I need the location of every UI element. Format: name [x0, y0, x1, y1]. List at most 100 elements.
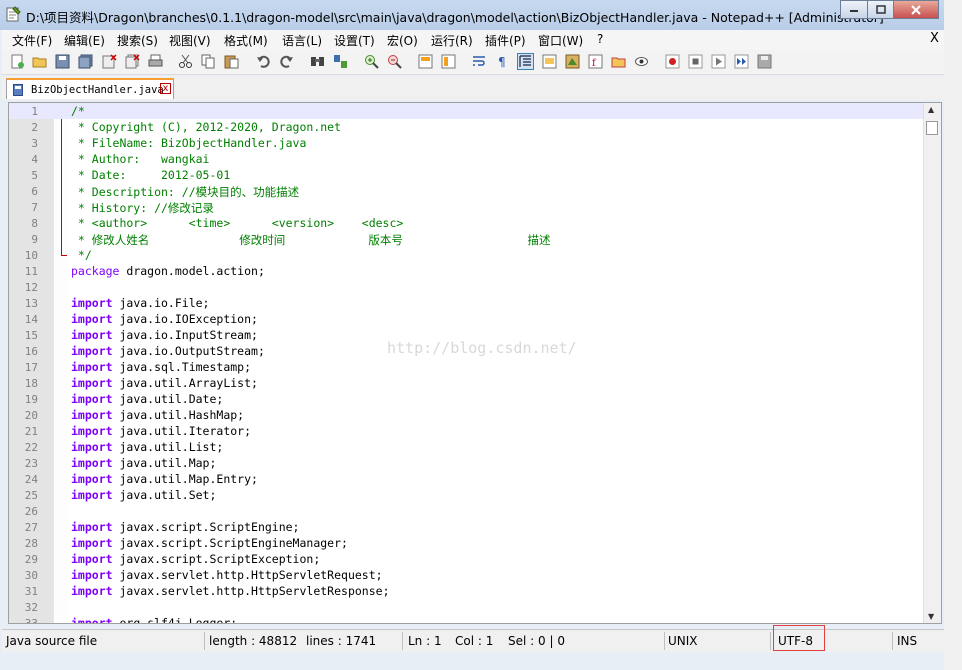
code-line[interactable]: 7 * History: //修改记录 — [9, 199, 929, 215]
code-text: import java.util.HashMap; — [71, 408, 244, 422]
open-file-icon[interactable] — [32, 54, 47, 69]
menu-search[interactable]: 搜索(S) — [117, 32, 158, 49]
run-macro-multiple-icon[interactable] — [734, 54, 749, 69]
code-line[interactable]: 24 import java.util.Map.Entry; — [9, 471, 929, 487]
stop-record-icon[interactable] — [688, 54, 703, 69]
code-line[interactable]: 29 import javax.script.ScriptException; — [9, 551, 929, 567]
menu-format[interactable]: 格式(M) — [224, 32, 268, 49]
code-line[interactable]: 1 /* — [9, 103, 929, 119]
close-icon[interactable] — [102, 54, 117, 69]
tab-close-icon[interactable]: x — [160, 83, 171, 94]
code-line[interactable]: 25 import java.util.Set; — [9, 487, 929, 503]
save-macro-icon[interactable] — [757, 54, 772, 69]
function-list-icon[interactable]: f — [588, 54, 603, 69]
new-file-icon[interactable] — [10, 54, 25, 69]
code-line[interactable]: 20 import java.util.HashMap; — [9, 407, 929, 423]
menu-view[interactable]: 视图(V) — [169, 32, 211, 49]
redo-icon[interactable] — [279, 54, 294, 69]
play-macro-icon[interactable] — [711, 54, 726, 69]
record-macro-icon[interactable] — [665, 54, 680, 69]
code-line[interactable]: 31 import javax.servlet.http.HttpServletR… — [9, 583, 929, 599]
code-line[interactable]: 32 — [9, 599, 929, 615]
code-text: import java.sql.Timestamp; — [71, 360, 251, 374]
scroll-up-icon[interactable]: ▲ — [928, 105, 934, 114]
minimize-button[interactable] — [840, 0, 868, 19]
code-text: /* — [71, 104, 85, 118]
menu-language[interactable]: 语言(L) — [282, 32, 322, 49]
close-button[interactable] — [893, 0, 939, 19]
menu-file[interactable]: 文件(F) — [12, 32, 52, 49]
code-line[interactable]: 28 import javax.script.ScriptEngineManage… — [9, 535, 929, 551]
menu-help[interactable]: ? — [597, 32, 603, 46]
code-line[interactable]: 27 import javax.script.ScriptEngine; — [9, 519, 929, 535]
tab-bizobjecthandler[interactable]: BizObjectHandler.java x — [6, 78, 174, 99]
menu-edit[interactable]: 编辑(E) — [64, 32, 105, 49]
print-icon[interactable] — [148, 54, 163, 69]
code-rest: dragon.model.action; — [119, 264, 265, 278]
code-line[interactable]: 5 * Date: 2012-05-01 — [9, 167, 929, 183]
code-line[interactable]: 14 import java.io.IOException; — [9, 311, 929, 327]
code-text: import java.util.Iterator; — [71, 424, 251, 438]
zoom-in-icon[interactable] — [364, 54, 379, 69]
close-all-icon[interactable] — [125, 54, 140, 69]
code-line[interactable]: 11 package dragon.model.action; — [9, 263, 929, 279]
menu-run[interactable]: 运行(R) — [431, 32, 473, 49]
find-icon[interactable] — [310, 54, 325, 69]
code-line[interactable]: 21 import java.util.Iterator; — [9, 423, 929, 439]
code-line[interactable]: 9 * 修改人姓名 修改时间 版本号 描述 — [9, 231, 929, 247]
code-line[interactable]: 33 import org.slf4j.Logger; — [9, 615, 929, 624]
code-line[interactable]: 30 import javax.servlet.http.HttpServletR… — [9, 567, 929, 583]
code-line[interactable]: 19 import java.util.Date; — [9, 391, 929, 407]
code-line[interactable]: 18 import java.util.ArrayList; — [9, 375, 929, 391]
status-insert-mode: INS — [897, 634, 918, 648]
code-line[interactable]: 3 * FileName: BizObjectHandler.java — [9, 135, 929, 151]
code-line[interactable]: 22 import java.util.List; — [9, 439, 929, 455]
keyword: import — [71, 568, 113, 582]
code-line[interactable]: 12 — [9, 279, 929, 295]
code-line[interactable]: 23 import java.util.Map; — [9, 455, 929, 471]
close-document-button[interactable]: X — [930, 31, 939, 46]
code-line[interactable]: 10 */ — [9, 247, 929, 263]
code-line[interactable]: 4 * Author: wangkai — [9, 151, 929, 167]
cut-icon[interactable] — [178, 54, 193, 69]
sync-vertical-icon[interactable] — [418, 54, 433, 69]
menu-window[interactable]: 窗口(W) — [538, 32, 583, 49]
folder-workspace-icon[interactable] — [611, 54, 626, 69]
code-rest: javax.script.ScriptEngine; — [112, 520, 300, 534]
code-line[interactable]: 17 import java.sql.Timestamp; — [9, 359, 929, 375]
indent-guide-icon[interactable] — [517, 53, 534, 70]
vertical-scrollbar[interactable]: ▲ ▼ — [923, 103, 941, 623]
monitor-icon[interactable] — [634, 54, 649, 69]
doc-map-icon[interactable] — [565, 54, 580, 69]
menu-plugins[interactable]: 插件(P) — [485, 32, 526, 49]
code-line[interactable]: 2 * Copyright (C), 2012-2020, Dragon.net — [9, 119, 929, 135]
user-lang-icon[interactable] — [542, 54, 557, 69]
menu-settings[interactable]: 设置(T) — [334, 32, 375, 49]
save-icon[interactable] — [55, 54, 70, 69]
word-wrap-icon[interactable] — [472, 54, 487, 69]
line-number: 33 — [24, 617, 38, 624]
keyword: import — [71, 312, 113, 326]
code-line[interactable]: 8 * <author> <time> <version> <desc> — [9, 215, 929, 231]
scroll-down-icon[interactable]: ▼ — [928, 612, 934, 621]
scroll-thumb[interactable] — [926, 121, 938, 135]
paste-icon[interactable] — [224, 54, 239, 69]
keyword: import — [71, 392, 113, 406]
keyword: import — [71, 424, 113, 438]
title-bar[interactable]: D:\项目资料\Dragon\branches\0.1.1\dragon-mod… — [0, 0, 944, 30]
show-all-chars-icon[interactable]: ¶ — [495, 54, 510, 69]
code-line[interactable]: 26 — [9, 503, 929, 519]
code-line[interactable]: 13 import java.io.File; — [9, 295, 929, 311]
code-line[interactable]: 6 * Description: //模块目的、功能描述 — [9, 183, 929, 199]
line-number: 23 — [24, 457, 38, 470]
code-editor[interactable]: − 1/*2 * Copyright (C), 2012-2020, Drago… — [8, 102, 942, 624]
sync-horizontal-icon[interactable] — [441, 54, 456, 69]
save-all-icon[interactable] — [78, 54, 93, 69]
menu-macro[interactable]: 宏(O) — [387, 32, 418, 49]
copy-icon[interactable] — [201, 54, 216, 69]
replace-icon[interactable] — [333, 54, 348, 69]
maximize-button[interactable] — [867, 0, 894, 19]
undo-icon[interactable] — [256, 54, 271, 69]
code-text: * <author> <time> <version> <desc> — [71, 216, 404, 230]
zoom-out-icon[interactable] — [387, 54, 402, 69]
